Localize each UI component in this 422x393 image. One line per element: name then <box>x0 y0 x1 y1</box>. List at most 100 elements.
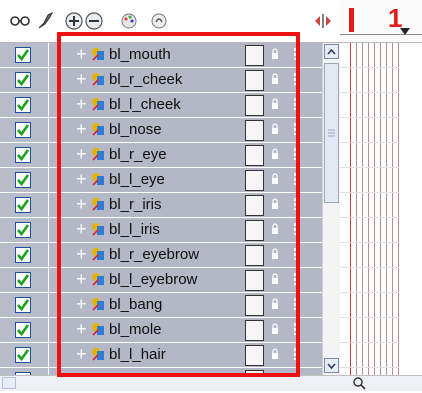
lock-icon[interactable] <box>271 148 279 160</box>
visibility-checkbox[interactable] <box>15 347 31 363</box>
layer-options-icon[interactable] <box>293 297 301 311</box>
layer-color-box[interactable] <box>245 270 264 291</box>
layer-row[interactable]: + bl_nose <box>0 118 322 143</box>
layer-color-box[interactable] <box>245 95 264 116</box>
layer-row[interactable]: + bl_r_hair <box>0 368 322 375</box>
visibility-checkbox[interactable] <box>15 222 31 238</box>
layer-options-icon[interactable] <box>293 47 301 61</box>
layer-color-box[interactable] <box>245 220 264 241</box>
vertical-scrollbar[interactable] <box>322 43 340 375</box>
expand-plus-icon[interactable]: + <box>76 94 87 114</box>
layer-row[interactable]: + bl_mouth <box>0 43 322 68</box>
layer-main-cell[interactable]: + bl_nose <box>49 118 322 142</box>
layer-row[interactable]: + bl_l_iris <box>0 218 322 243</box>
layer-options-icon[interactable] <box>293 122 301 136</box>
expand-plus-icon[interactable]: + <box>76 294 87 314</box>
scroll-up-button[interactable] <box>324 44 339 59</box>
layer-row[interactable]: + bl_l_eyebrow <box>0 268 322 293</box>
layer-options-icon[interactable] <box>293 72 301 86</box>
layer-color-box[interactable] <box>245 245 264 266</box>
layer-main-cell[interactable]: + bl_r_hair <box>49 368 322 375</box>
expand-plus-icon[interactable]: + <box>76 169 87 189</box>
lock-icon[interactable] <box>271 123 279 135</box>
layer-options-icon[interactable] <box>293 272 301 286</box>
layer-row[interactable]: + bl_r_eye <box>0 143 322 168</box>
layer-row[interactable]: + bl_bang <box>0 293 322 318</box>
scroll-left-button[interactable] <box>2 377 16 389</box>
timeline-ruler[interactable]: 1 <box>340 0 422 42</box>
layer-row[interactable]: + bl_l_hair <box>0 343 322 368</box>
visibility-checkbox[interactable] <box>15 72 31 88</box>
lock-icon[interactable] <box>271 273 279 285</box>
layer-main-cell[interactable]: + bl_bang <box>49 293 322 317</box>
layer-color-box[interactable] <box>245 45 264 66</box>
visibility-checkbox[interactable] <box>15 322 31 338</box>
lock-icon[interactable] <box>271 198 279 210</box>
expand-plus-icon[interactable]: + <box>76 219 87 239</box>
layer-row[interactable]: + bl_r_iris <box>0 193 322 218</box>
lock-icon[interactable] <box>271 73 279 85</box>
expand-plus-icon[interactable]: + <box>76 144 87 164</box>
expand-plus-icon[interactable]: + <box>76 194 87 214</box>
layer-row[interactable]: + bl_r_cheek <box>0 68 322 93</box>
layer-color-box[interactable] <box>245 295 264 316</box>
layer-main-cell[interactable]: + bl_l_cheek <box>49 93 322 117</box>
layer-main-cell[interactable]: + bl_l_eyebrow <box>49 268 322 292</box>
expand-plus-icon[interactable]: + <box>76 119 87 139</box>
expand-plus-icon[interactable]: + <box>76 244 87 264</box>
expand-plus-icon[interactable]: + <box>76 44 87 64</box>
scroll-thumb[interactable] <box>324 63 339 203</box>
visibility-checkbox[interactable] <box>15 297 31 313</box>
layer-options-icon[interactable] <box>293 247 301 261</box>
visibility-checkbox[interactable] <box>15 122 31 138</box>
glasses-icon[interactable] <box>9 10 31 32</box>
layer-options-icon[interactable] <box>293 172 301 186</box>
layer-properties-icon[interactable] <box>148 10 170 32</box>
split-view-icon[interactable] <box>312 10 334 32</box>
layer-main-cell[interactable]: + bl_l_hair <box>49 343 322 367</box>
add-layer-icon[interactable] <box>63 10 85 32</box>
layer-color-box[interactable] <box>245 320 264 341</box>
layer-options-icon[interactable] <box>293 97 301 111</box>
playhead-start-marker[interactable] <box>349 8 354 32</box>
layer-color-box[interactable] <box>245 70 264 91</box>
lock-icon[interactable] <box>271 298 279 310</box>
zoom-icon[interactable] <box>352 376 366 393</box>
layer-main-cell[interactable]: + bl_r_iris <box>49 193 322 217</box>
visibility-checkbox[interactable] <box>15 47 31 63</box>
expand-plus-icon[interactable]: + <box>76 269 87 289</box>
lock-icon[interactable] <box>271 48 279 60</box>
layer-options-icon[interactable] <box>293 347 301 361</box>
scroll-down-button[interactable] <box>324 358 339 373</box>
expand-plus-icon[interactable]: + <box>76 69 87 89</box>
layer-options-icon[interactable] <box>293 322 301 336</box>
layer-color-box[interactable] <box>245 170 264 191</box>
lock-icon[interactable] <box>271 223 279 235</box>
layer-color-box[interactable] <box>245 195 264 216</box>
remove-layer-icon[interactable] <box>83 10 105 32</box>
layer-color-box[interactable] <box>245 145 264 166</box>
palette-icon[interactable] <box>118 10 140 32</box>
layer-row[interactable]: + bl_l_eye <box>0 168 322 193</box>
visibility-checkbox[interactable] <box>15 197 31 213</box>
layer-row[interactable]: + bl_l_cheek <box>0 93 322 118</box>
horizontal-scrollbar[interactable] <box>0 375 422 391</box>
layer-main-cell[interactable]: + bl_r_eyebrow <box>49 243 322 267</box>
layer-main-cell[interactable]: + bl_mouth <box>49 43 322 67</box>
visibility-checkbox[interactable] <box>15 172 31 188</box>
lock-icon[interactable] <box>271 98 279 110</box>
layer-main-cell[interactable]: + bl_l_iris <box>49 218 322 242</box>
lock-icon[interactable] <box>271 348 279 360</box>
layer-main-cell[interactable]: + bl_mole <box>49 318 322 342</box>
layer-main-cell[interactable]: + bl_r_cheek <box>49 68 322 92</box>
layer-color-box[interactable] <box>245 120 264 141</box>
visibility-checkbox[interactable] <box>15 272 31 288</box>
visibility-checkbox[interactable] <box>15 247 31 263</box>
layer-row[interactable]: + bl_r_eyebrow <box>0 243 322 268</box>
brush-icon[interactable] <box>35 10 57 32</box>
layer-row[interactable]: + bl_mole <box>0 318 322 343</box>
layer-options-icon[interactable] <box>293 222 301 236</box>
lock-icon[interactable] <box>271 323 279 335</box>
layer-color-box[interactable] <box>245 345 264 366</box>
layer-main-cell[interactable]: + bl_r_eye <box>49 143 322 167</box>
